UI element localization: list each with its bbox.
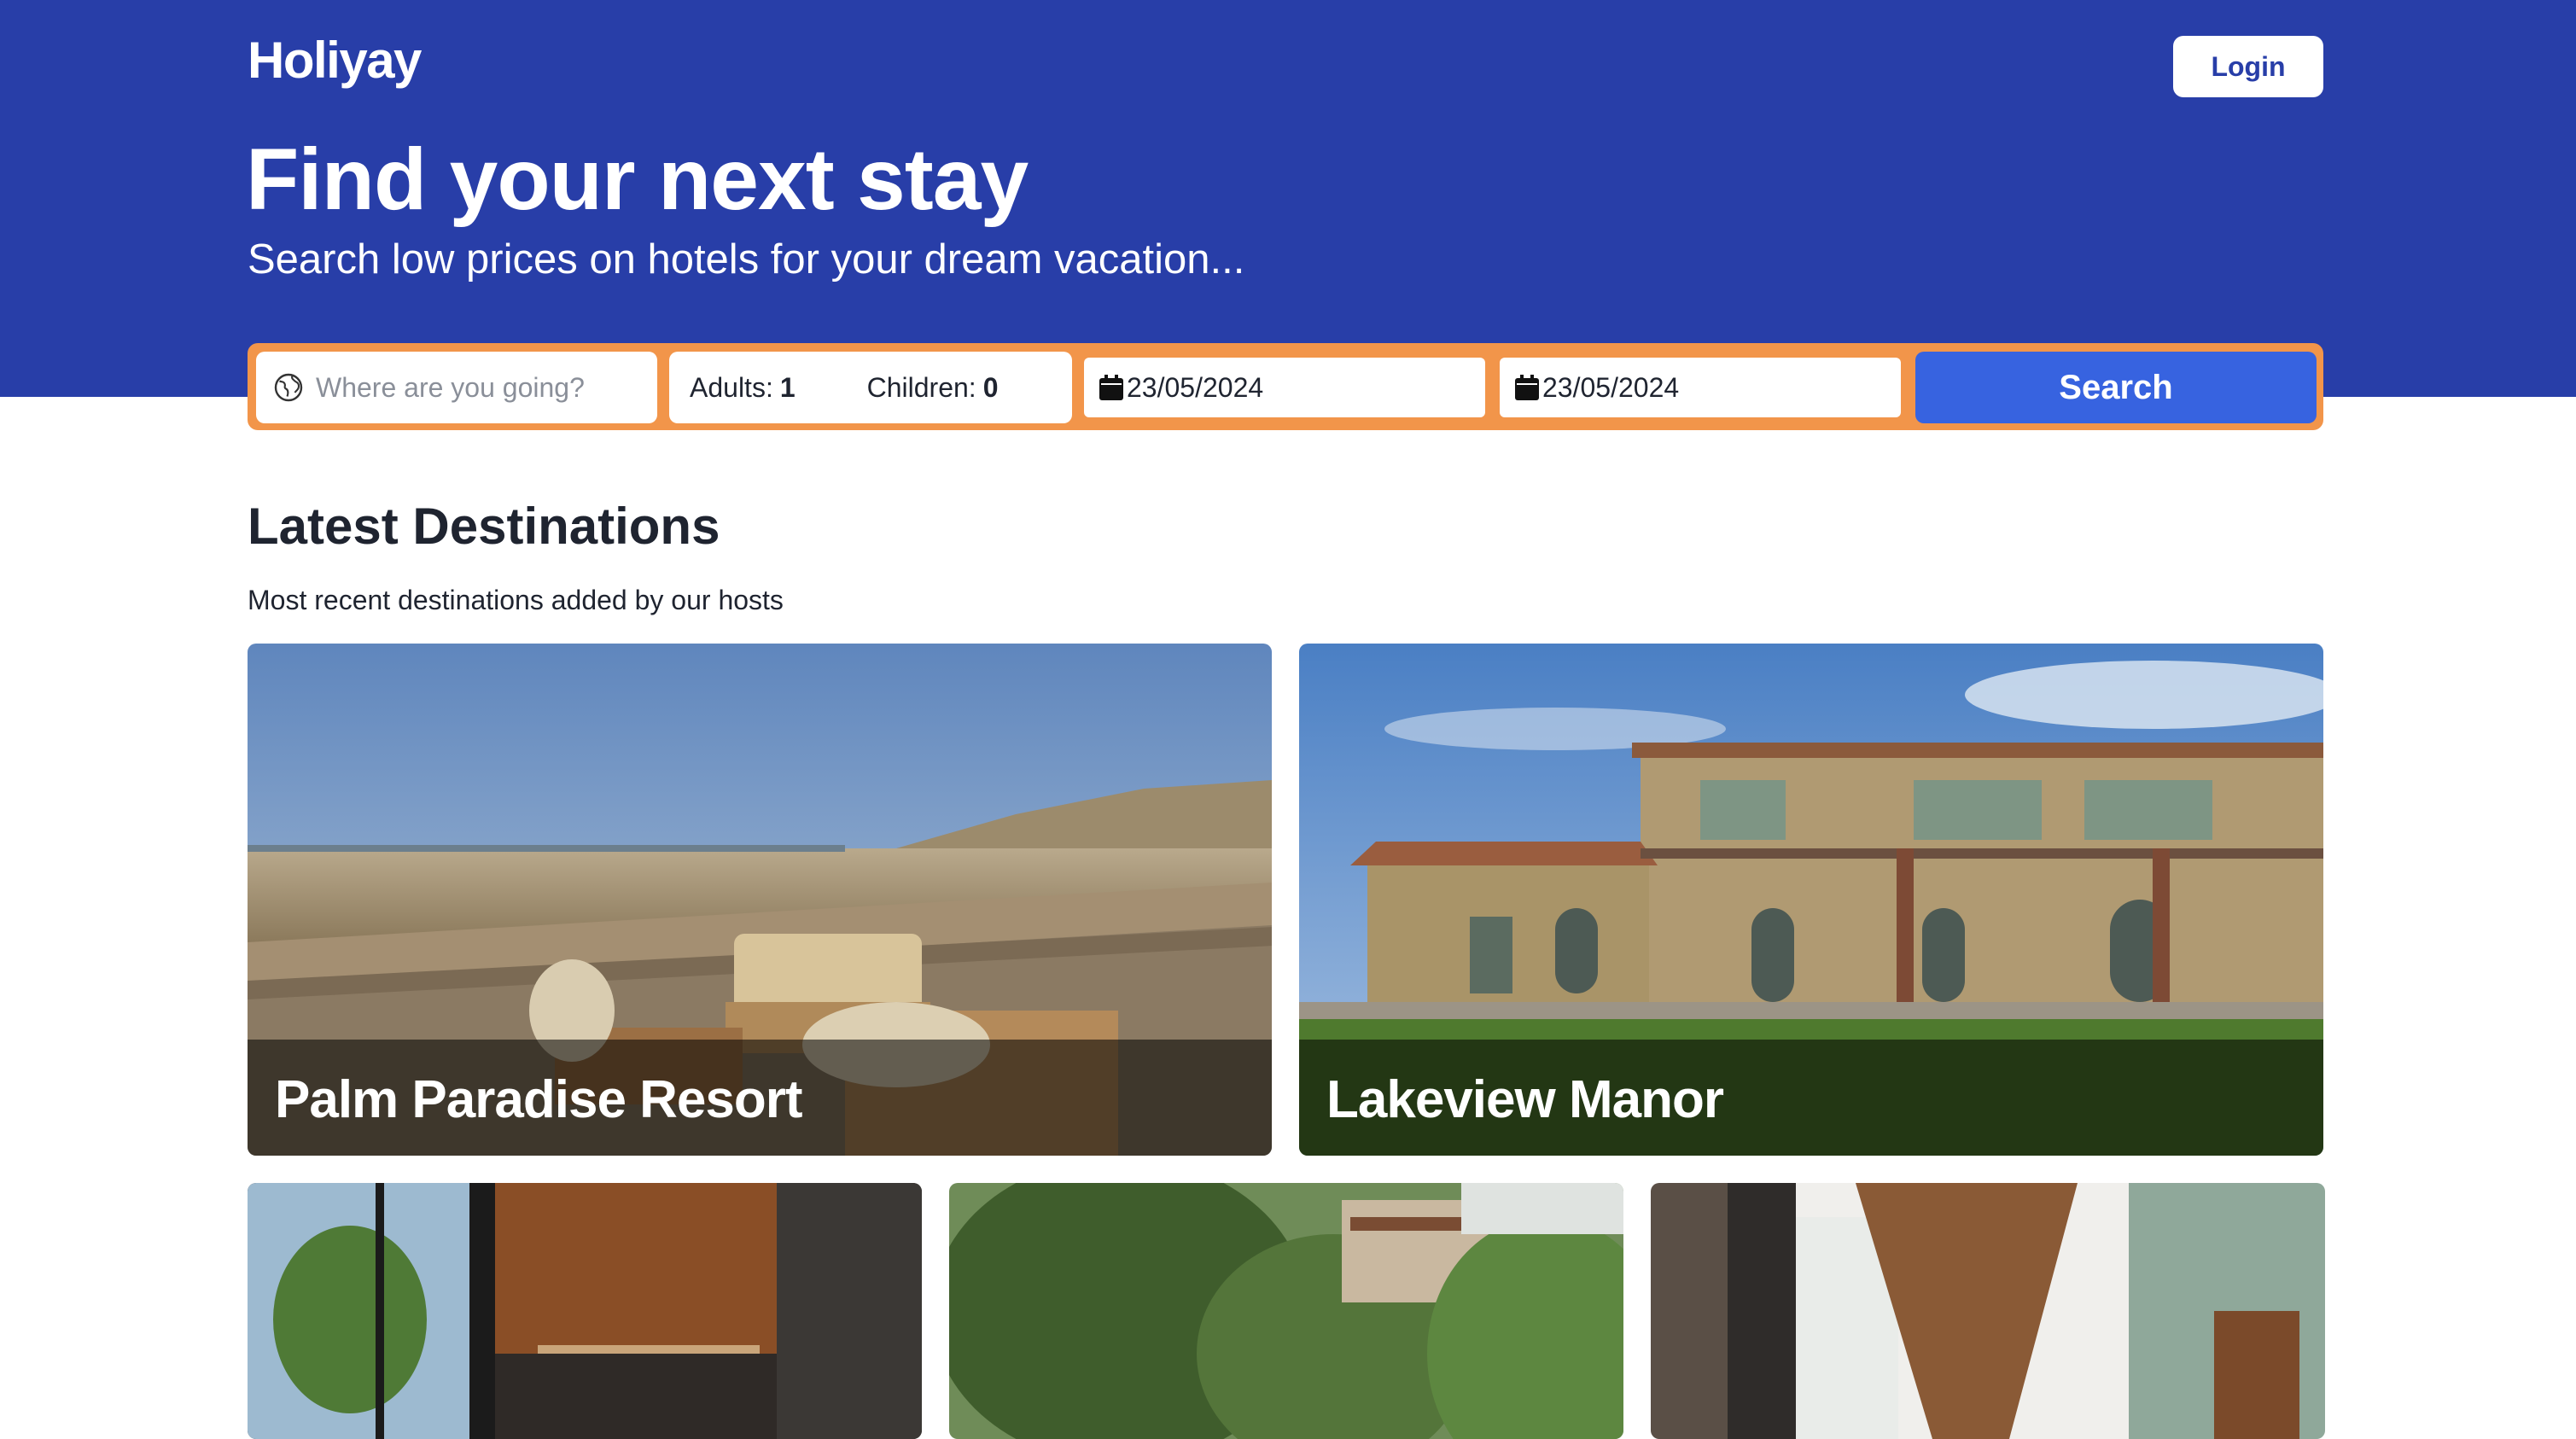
children-value[interactable]: 0 <box>983 372 999 404</box>
globe-icon <box>274 373 303 402</box>
children-label: Children: <box>866 371 976 403</box>
destination-card-lakeview-manor[interactable]: Lakeview Manor <box>1299 644 2323 1156</box>
destination-photo <box>1651 1183 2325 1439</box>
hero-subheadline: Search low prices on hotels for your dre… <box>248 236 1245 283</box>
destination-photo <box>248 1183 922 1439</box>
destination-card[interactable] <box>1651 1183 2325 1439</box>
hero-headline: Find your next stay <box>246 131 1029 228</box>
hero-banner: Holiyay Login Find your next stay Search… <box>0 0 2576 397</box>
adults-label: Adults: <box>690 371 773 403</box>
brand-logo[interactable]: Holiyay <box>248 31 422 90</box>
check-out-date: 23/05/2024 <box>1542 371 1680 403</box>
destination-card[interactable] <box>248 1183 922 1439</box>
search-button[interactable]: Search <box>1915 352 2317 423</box>
destination-photo <box>949 1183 1623 1439</box>
destination-card-palm-paradise[interactable]: Palm Paradise Resort <box>248 644 1272 1156</box>
calendar-icon <box>1099 375 1123 400</box>
check-in-date: 23/05/2024 <box>1127 371 1264 403</box>
check-out-date-field[interactable]: 23/05/2024 <box>1500 358 1901 417</box>
adults-value[interactable]: 1 <box>780 372 796 404</box>
guests-field[interactable]: Adults: 1 Children: 0 <box>669 352 1072 423</box>
latest-destinations-title: Latest Destinations <box>248 498 720 555</box>
destination-card[interactable] <box>949 1183 1623 1439</box>
destination-field[interactable] <box>256 352 657 423</box>
destination-name: Palm Paradise Resort <box>275 1070 803 1129</box>
children-count[interactable]: Children: 0 <box>867 372 999 404</box>
search-bar: Adults: 1 Children: 0 23/05/2024 23/05/2… <box>248 343 2323 430</box>
destination-input[interactable] <box>314 370 650 405</box>
login-button[interactable]: Login <box>2173 36 2323 97</box>
destination-name: Lakeview Manor <box>1326 1070 1724 1129</box>
latest-destinations-subtitle: Most recent destinations added by our ho… <box>248 585 784 615</box>
check-in-date-field[interactable]: 23/05/2024 <box>1084 358 1485 417</box>
adults-count[interactable]: Adults: 1 <box>690 372 796 404</box>
calendar-icon <box>1515 375 1539 400</box>
